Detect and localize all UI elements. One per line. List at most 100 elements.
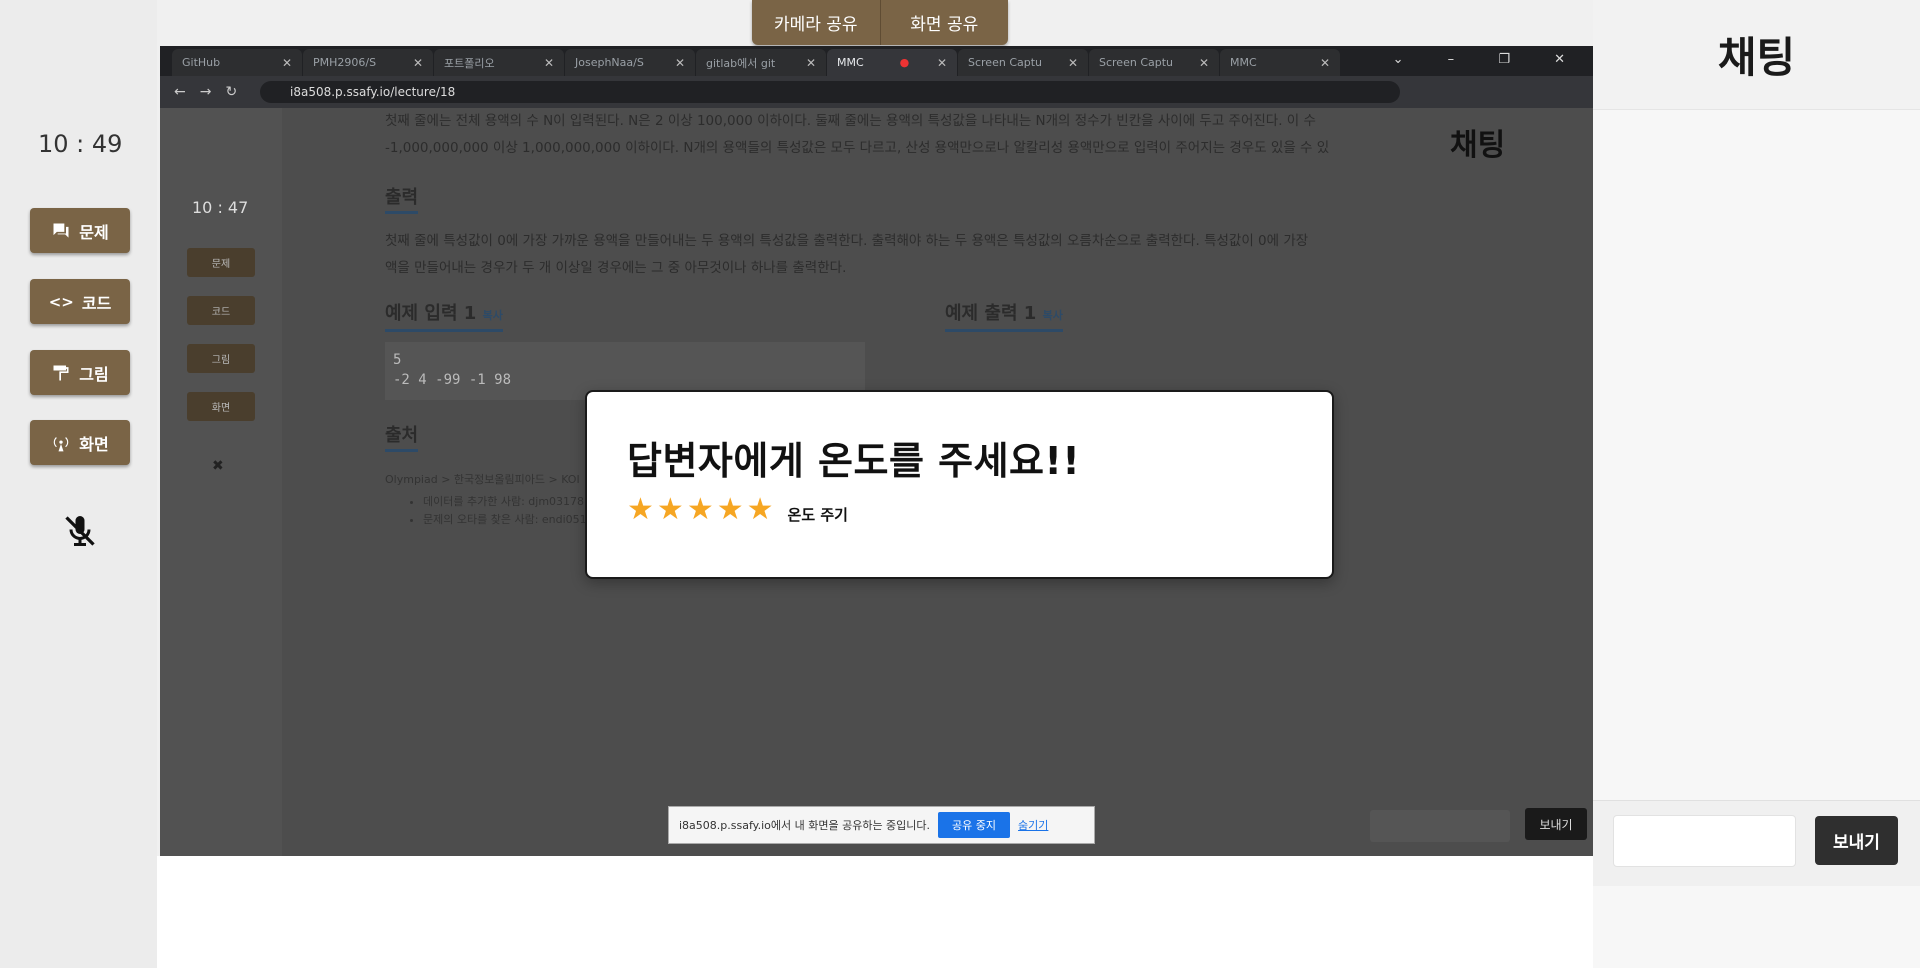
heading-text: 예제 입력 1 [385,303,477,324]
tab-label: MMC [1230,56,1257,69]
source-heading: 출처 [385,422,419,452]
star-icon[interactable]: ★ [627,495,654,525]
shared-chat-input [1370,810,1510,842]
shared-screen-button: 화면 [187,392,255,421]
chat-title: 채팅 [1717,33,1796,82]
close-icon: ✕ [1067,55,1078,70]
notice-text: i8a508.p.ssafy.io에서 내 화면을 공유하는 중입니다. [679,819,931,832]
problem-button[interactable]: 문제 [30,208,130,253]
left-sidebar: 10 : 49 문제 <> 코드 그림 화면 [0,0,157,968]
browser-tab-bar: GitHub ✕ PMH2906/S ✕ 포트폴리오 ✕ JosephNaa/S ✕ g… [160,46,1593,76]
shared-send-button: 보내기 [1525,808,1587,840]
browser-tab-active: MMC ● ✕ [827,49,957,76]
broadcast-icon [54,436,69,451]
rating-row: ★ ★ ★ ★ ★ 온도 주기 [627,495,1292,525]
output-desc-line: 액을 만들어내는 경우가 두 개 이상일 경우에는 그 중 아무것이나 하나를 … [385,260,847,276]
paint-roller-icon [53,365,69,380]
sample-line: 5 [393,352,402,368]
sample-input-section: 예제 입력 1 복사 5 -2 4 -99 -1 98 [385,290,865,400]
tab-label: JosephNaa/S [575,56,644,69]
chat-footer: 보내기 [1593,800,1920,886]
tab-label: PMH2906/S [313,56,377,69]
code-button[interactable]: <> 코드 [30,279,130,324]
rating-modal: 답변자에게 온도를 주세요!! ★ ★ ★ ★ ★ 온도 주기 [585,390,1334,579]
give-rating-button[interactable]: 온도 주기 [788,504,848,525]
screen-button-label: 화면 [79,434,109,454]
screen-share-button[interactable]: 화면 공유 [879,0,1009,45]
copy-link: 복사 [1042,309,1063,322]
output-heading: 출력 [385,184,419,214]
browser-tab: Screen Captu ✕ [1089,49,1219,76]
timer-clock: 10 : 49 [38,130,123,158]
tab-label: Screen Captu [1099,56,1174,69]
tab-label: Screen Captu [968,56,1043,69]
hide-link: 숨기기 [1018,819,1049,832]
input-desc-line: 첫째 줄에는 전체 용액의 수 N이 입력된다. N은 2 이상 100,000… [385,113,1316,129]
problem-button-label: 문제 [79,222,109,242]
label: 문제 [211,259,231,270]
chat-icon [53,223,69,238]
draw-button-label: 그림 [79,364,109,384]
copy-link: 복사 [482,309,503,322]
close-icon: ✕ [1319,55,1330,70]
browser-tab: PMH2906/S ✕ [303,49,433,76]
shared-problem-button: 문제 [187,248,255,277]
chat-panel: 채팅 보내기 [1593,0,1920,968]
modal-title: 답변자에게 온도를 주세요!! [627,439,1081,483]
chat-message-input[interactable] [1613,815,1796,867]
label: 코드 [211,307,231,318]
label: 그림 [211,355,231,366]
sample-output-section: 예제 출력 1 복사 [945,290,1063,400]
tab-label: 포트폴리오 [444,56,495,70]
browser-address-bar: ←→↻ i8a508.p.ssafy.io/lecture/18 [160,76,1593,108]
star-icon[interactable]: ★ [747,495,774,525]
shared-draw-button: 그림 [187,344,255,373]
output-desc-line: 첫째 줄에 특성값이 0에 가장 가까운 용액을 만들어내는 두 용액의 특성값… [385,233,1309,249]
url-field: i8a508.p.ssafy.io/lecture/18 [260,81,1400,103]
close-icon: ✕ [543,55,554,70]
browser-tab: GitHub ✕ [172,49,302,76]
sample-output-heading: 예제 출력 1 복사 [945,300,1063,332]
star-icon[interactable]: ★ [717,495,744,525]
shared-clock: 10 : 47 [192,198,249,217]
send-button[interactable]: 보내기 [1815,816,1898,865]
draw-button[interactable]: 그림 [30,350,130,395]
shared-sidebar: 10 : 47 문제 코드 그림 화면 ✖ [160,108,282,856]
star-icon[interactable]: ★ [657,495,684,525]
close-icon: ✕ [281,55,292,70]
tab-label: MMC [837,56,864,69]
tab-label: GitHub [182,56,221,69]
close-icon: ✕ [805,55,816,70]
browser-tab: Screen Captu ✕ [958,49,1088,76]
star-icon[interactable]: ★ [687,495,714,525]
browser-tab: MMC ✕ [1220,49,1340,76]
samples-row: 예제 입력 1 복사 5 -2 4 -99 -1 98 예제 출력 1 복사 [385,290,1445,400]
browser-tab: 포트폴리오 ✕ [434,49,564,76]
share-toggle-bar: 카메라 공유 화면 공유 [752,0,1008,45]
code-button-label: 코드 [81,293,112,313]
sample-line: -2 4 -99 -1 98 [393,372,512,388]
camera-share-button[interactable]: 카메라 공유 [752,0,880,45]
label: 화면 [211,403,231,414]
browser-tab: JosephNaa/S ✕ [565,49,695,76]
window-controls: ⌄ – ❐ ✕ [1392,52,1585,67]
close-icon: ✕ [1198,55,1209,70]
star-rating[interactable]: ★ ★ ★ ★ ★ [627,495,774,525]
chat-header: 채팅 [1593,0,1920,110]
close-icon: ✕ [936,55,947,70]
tab-label: gitlab에서 git [706,56,776,70]
shared-mic-off-icon: ✖ [212,458,224,474]
shared-chat-title: 채팅 [1450,128,1506,163]
close-icon: ✕ [674,55,685,70]
heading-text: 예제 출력 1 [945,303,1037,324]
screen-share-notice: i8a508.p.ssafy.io에서 내 화면을 공유하는 중입니다. 공유 … [668,806,1095,844]
mic-off-icon[interactable] [62,513,98,549]
sample-input-heading: 예제 입력 1 복사 [385,300,503,332]
browser-tab: gitlab에서 git ✕ [696,49,826,76]
nav-arrows-icon: ←→↻ [174,84,252,100]
screen-button[interactable]: 화면 [30,420,130,465]
close-icon: ✕ [412,55,423,70]
screen-area-background [157,856,1593,968]
recording-icon: ● [899,56,910,69]
input-desc-line: -1,000,000,000 이상 1,000,000,000 이하이다. N개… [385,140,1330,156]
